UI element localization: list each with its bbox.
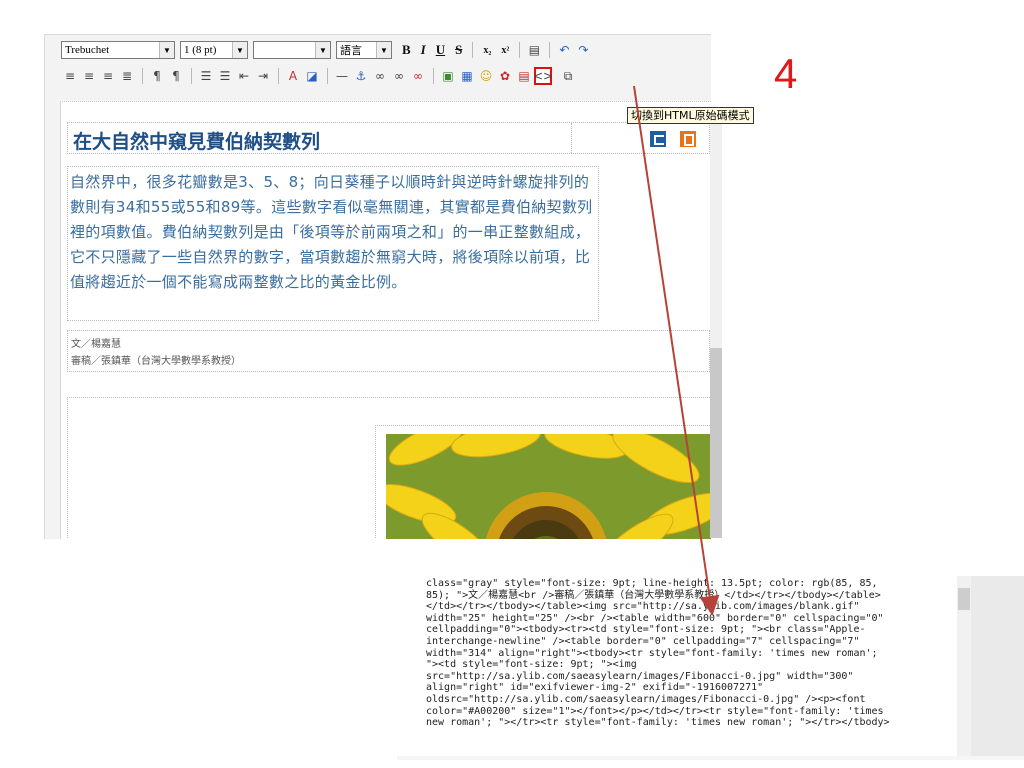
annotation-arrow [633,85,720,616]
